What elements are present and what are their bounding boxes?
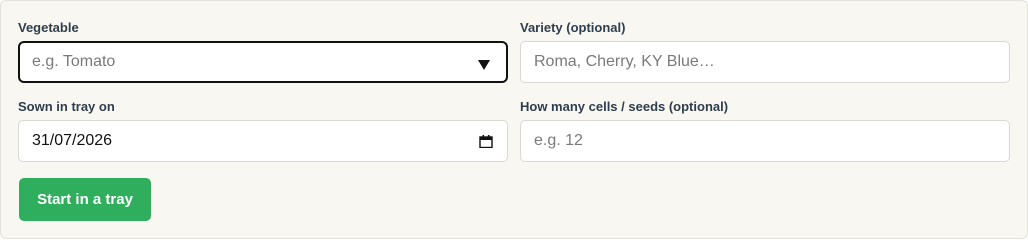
start-in-tray-button[interactable]: Start in a tray bbox=[19, 178, 151, 221]
tray-form-panel: Vegetable e.g. Tomato Variety (optional)… bbox=[0, 0, 1028, 239]
calendar-icon[interactable] bbox=[479, 135, 493, 148]
variety-placeholder: Roma, Cherry, KY Blue… bbox=[534, 53, 715, 70]
cells-input[interactable]: e.g. 12 bbox=[520, 120, 1010, 162]
variety-input[interactable]: Roma, Cherry, KY Blue… bbox=[520, 41, 1010, 83]
variety-label: Variety (optional) bbox=[520, 20, 626, 35]
vegetable-label: Vegetable bbox=[18, 20, 79, 35]
vegetable-placeholder: e.g. Tomato bbox=[32, 53, 116, 70]
cells-placeholder: e.g. 12 bbox=[534, 132, 583, 149]
vegetable-select[interactable]: e.g. Tomato bbox=[18, 41, 508, 83]
chevron-down-icon bbox=[478, 60, 490, 70]
sown-date-value: 31/07/2026 bbox=[32, 132, 113, 149]
cells-label: How many cells / seeds (optional) bbox=[520, 99, 729, 114]
sown-date-label: Sown in tray on bbox=[18, 99, 115, 114]
sown-date-input[interactable]: 31/07/2026 bbox=[18, 120, 508, 162]
